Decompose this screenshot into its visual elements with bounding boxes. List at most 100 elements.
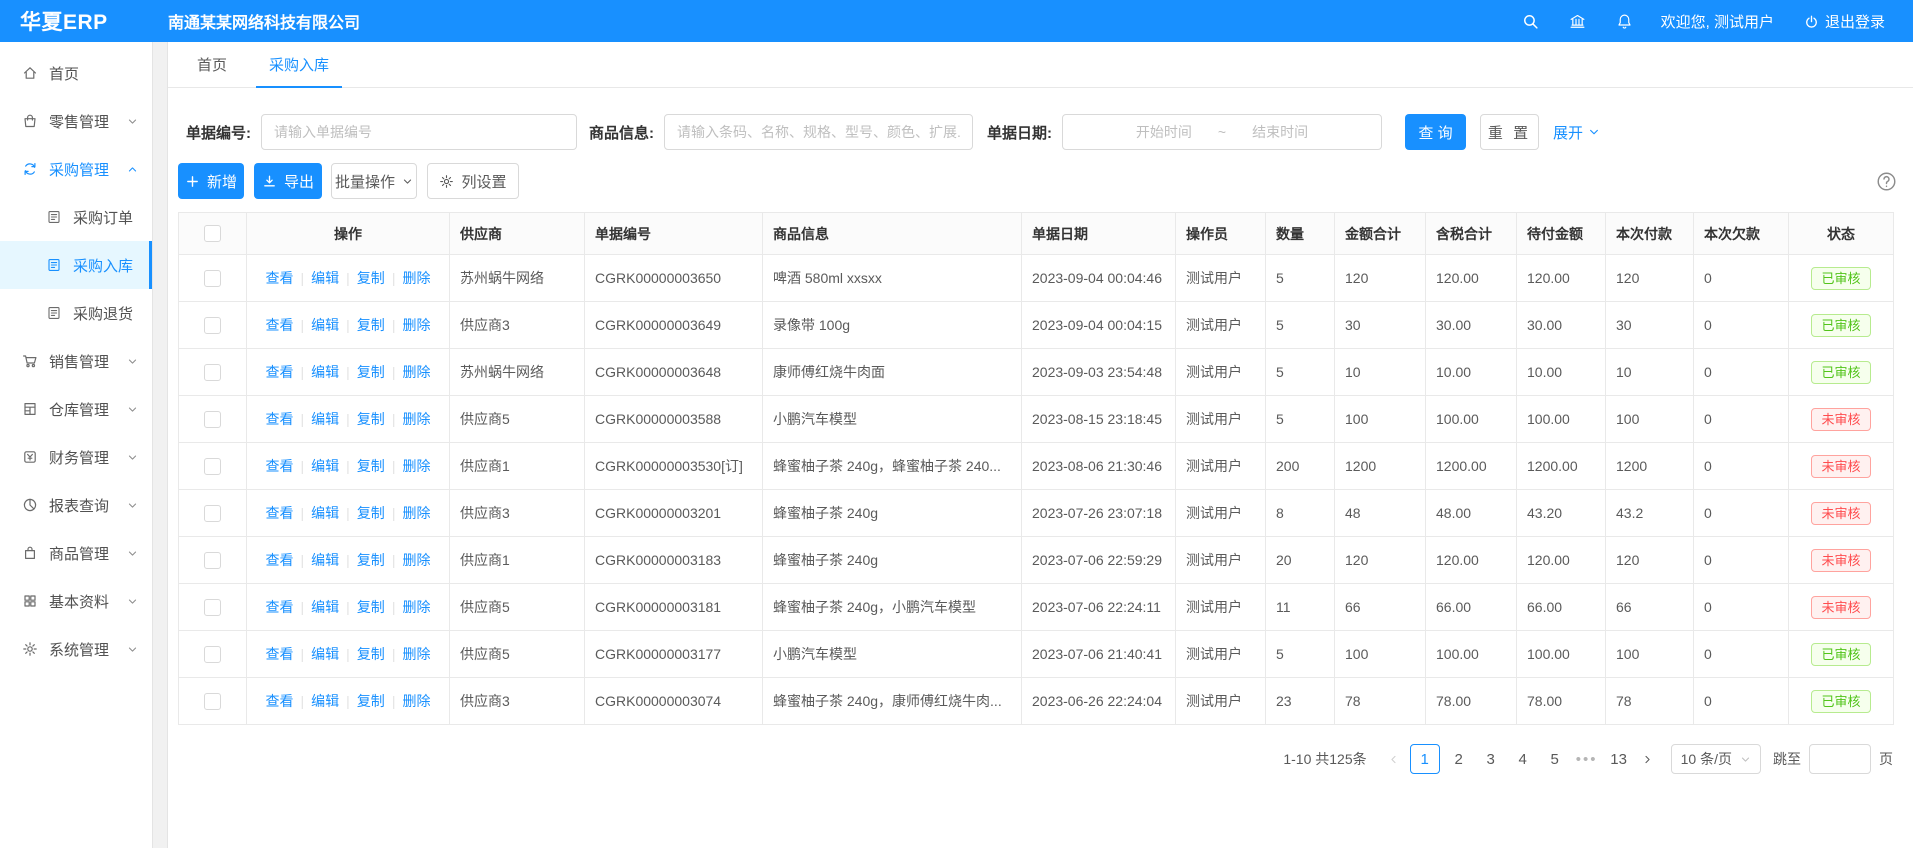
view-link[interactable]: 查看 bbox=[266, 646, 294, 662]
page-size-select[interactable]: 10 条/页 bbox=[1671, 744, 1761, 774]
row-checkbox[interactable] bbox=[204, 270, 221, 287]
sidebar-item-采购订单[interactable]: 采购订单 bbox=[0, 193, 152, 241]
row-checkbox[interactable] bbox=[204, 505, 221, 522]
row-checkbox[interactable] bbox=[204, 364, 221, 381]
sidebar-item-采购管理[interactable]: 采购管理 bbox=[0, 145, 152, 193]
copy-link[interactable]: 复制 bbox=[357, 458, 385, 474]
bell-icon[interactable] bbox=[1616, 13, 1633, 30]
view-link[interactable]: 查看 bbox=[266, 364, 294, 380]
tab-首页[interactable]: 首页 bbox=[176, 42, 248, 87]
view-link[interactable]: 查看 bbox=[266, 270, 294, 286]
cell-bill_no: CGRK00000003181 bbox=[585, 584, 763, 631]
sidebar-item-财务管理[interactable]: 财务管理 bbox=[0, 433, 152, 481]
page-button-2[interactable]: 2 bbox=[1446, 744, 1472, 774]
sidebar-scrollbar[interactable] bbox=[152, 42, 168, 848]
view-link[interactable]: 查看 bbox=[266, 317, 294, 333]
copy-link[interactable]: 复制 bbox=[357, 552, 385, 568]
delete-link[interactable]: 删除 bbox=[402, 693, 430, 709]
copy-link[interactable]: 复制 bbox=[357, 646, 385, 662]
delete-link[interactable]: 删除 bbox=[402, 317, 430, 333]
expand-toggle[interactable]: 展开 bbox=[1553, 122, 1600, 143]
edit-link[interactable]: 编辑 bbox=[311, 364, 339, 380]
page-button-5[interactable]: 5 bbox=[1542, 744, 1568, 774]
sidebar-item-首页[interactable]: 首页 bbox=[0, 49, 152, 97]
view-link[interactable]: 查看 bbox=[266, 411, 294, 427]
chevron-down-icon bbox=[127, 500, 138, 511]
row-checkbox[interactable] bbox=[204, 552, 221, 569]
row-actions-cell: 查看|编辑|复制|删除 bbox=[247, 255, 450, 302]
edit-link[interactable]: 编辑 bbox=[311, 599, 339, 615]
sidebar-item-销售管理[interactable]: 销售管理 bbox=[0, 337, 152, 385]
view-link[interactable]: 查看 bbox=[266, 552, 294, 568]
table-row: 查看|编辑|复制|删除供应商5CGRK00000003588小鹏汽车模型2023… bbox=[179, 396, 1894, 443]
delete-link[interactable]: 删除 bbox=[402, 646, 430, 662]
prev-page-button[interactable] bbox=[1381, 744, 1407, 774]
delete-link[interactable]: 删除 bbox=[402, 552, 430, 568]
column-settings-button[interactable]: 列设置 bbox=[427, 163, 519, 199]
sidebar-item-报表查询[interactable]: 报表查询 bbox=[0, 481, 152, 529]
search-icon[interactable] bbox=[1522, 13, 1539, 30]
sidebar-item-采购退货[interactable]: 采购退货 bbox=[0, 289, 152, 337]
edit-link[interactable]: 编辑 bbox=[311, 552, 339, 568]
row-checkbox[interactable] bbox=[204, 599, 221, 616]
export-button[interactable]: 导出 bbox=[254, 163, 322, 199]
select-all-checkbox[interactable] bbox=[204, 225, 221, 242]
delete-link[interactable]: 删除 bbox=[402, 458, 430, 474]
add-button[interactable]: 新增 bbox=[178, 163, 244, 199]
cell-qty: 23 bbox=[1266, 678, 1335, 725]
copy-link[interactable]: 复制 bbox=[357, 364, 385, 380]
row-checkbox[interactable] bbox=[204, 693, 221, 710]
question-icon[interactable] bbox=[1876, 171, 1897, 192]
bank-icon[interactable] bbox=[1569, 13, 1586, 30]
sidebar-item-仓库管理[interactable]: 仓库管理 bbox=[0, 385, 152, 433]
edit-link[interactable]: 编辑 bbox=[311, 693, 339, 709]
bill-no-input[interactable] bbox=[261, 114, 577, 150]
copy-link[interactable]: 复制 bbox=[357, 599, 385, 615]
jump-to-input[interactable] bbox=[1809, 744, 1871, 774]
logout-button[interactable]: 退出登录 bbox=[1804, 11, 1885, 32]
page-button-1[interactable]: 1 bbox=[1410, 744, 1440, 774]
next-page-button[interactable] bbox=[1635, 744, 1661, 774]
page-button-3[interactable]: 3 bbox=[1478, 744, 1504, 774]
delete-link[interactable]: 删除 bbox=[402, 505, 430, 521]
cell-qty: 5 bbox=[1266, 631, 1335, 678]
copy-link[interactable]: 复制 bbox=[357, 505, 385, 521]
delete-link[interactable]: 删除 bbox=[402, 364, 430, 380]
sidebar-item-零售管理[interactable]: 零售管理 bbox=[0, 97, 152, 145]
action-separator: | bbox=[346, 646, 350, 662]
edit-link[interactable]: 编辑 bbox=[311, 505, 339, 521]
delete-link[interactable]: 删除 bbox=[402, 270, 430, 286]
row-checkbox[interactable] bbox=[204, 646, 221, 663]
copy-link[interactable]: 复制 bbox=[357, 317, 385, 333]
edit-link[interactable]: 编辑 bbox=[311, 458, 339, 474]
search-button[interactable]: 查 询 bbox=[1405, 114, 1466, 150]
edit-link[interactable]: 编辑 bbox=[311, 270, 339, 286]
page-button-4[interactable]: 4 bbox=[1510, 744, 1536, 774]
copy-link[interactable]: 复制 bbox=[357, 693, 385, 709]
date-range-picker[interactable]: 开始时间 ~ 结束时间 bbox=[1062, 114, 1382, 150]
batch-actions-button[interactable]: 批量操作 bbox=[331, 163, 417, 199]
edit-link[interactable]: 编辑 bbox=[311, 646, 339, 662]
delete-link[interactable]: 删除 bbox=[402, 411, 430, 427]
view-link[interactable]: 查看 bbox=[266, 693, 294, 709]
column-header-操作: 操作 bbox=[247, 213, 450, 255]
row-checkbox[interactable] bbox=[204, 458, 221, 475]
reset-button[interactable]: 重 置 bbox=[1480, 114, 1539, 150]
tab-采购入库[interactable]: 采购入库 bbox=[248, 42, 350, 87]
copy-link[interactable]: 复制 bbox=[357, 411, 385, 427]
view-link[interactable]: 查看 bbox=[266, 458, 294, 474]
page-button-13[interactable]: 13 bbox=[1606, 744, 1632, 774]
row-checkbox[interactable] bbox=[204, 317, 221, 334]
edit-link[interactable]: 编辑 bbox=[311, 411, 339, 427]
sidebar-item-采购入库[interactable]: 采购入库 bbox=[0, 241, 152, 289]
view-link[interactable]: 查看 bbox=[266, 599, 294, 615]
sidebar-item-系统管理[interactable]: 系统管理 bbox=[0, 625, 152, 673]
copy-link[interactable]: 复制 bbox=[357, 270, 385, 286]
view-link[interactable]: 查看 bbox=[266, 505, 294, 521]
product-input[interactable] bbox=[664, 114, 973, 150]
sidebar-item-基本资料[interactable]: 基本资料 bbox=[0, 577, 152, 625]
delete-link[interactable]: 删除 bbox=[402, 599, 430, 615]
sidebar-item-商品管理[interactable]: 商品管理 bbox=[0, 529, 152, 577]
row-checkbox[interactable] bbox=[204, 411, 221, 428]
edit-link[interactable]: 编辑 bbox=[311, 317, 339, 333]
